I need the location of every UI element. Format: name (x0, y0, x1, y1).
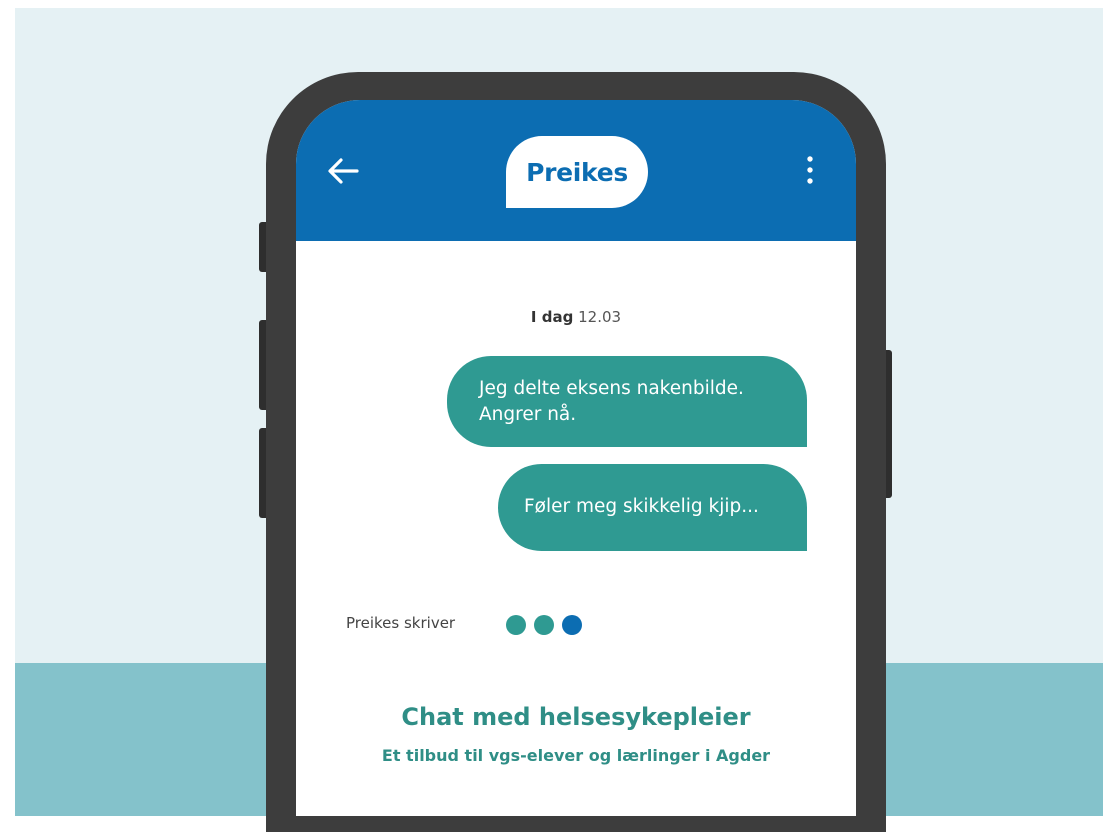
typing-dot (506, 615, 526, 635)
message-text-line: Jeg delte eksens nakenbilde. (479, 378, 744, 399)
chat-date: I dag 12.03 (296, 308, 856, 326)
typing-indicator-label: Preikes skriver (346, 614, 456, 632)
chat-date-label: I dag (530, 308, 574, 326)
promo-subtitle: Et tilbud til vgs-elever og lærlinger i … (381, 746, 771, 765)
message-text-line: Angrer nå. (479, 404, 577, 425)
message-text-line: Føler meg skikkelig kjip... (524, 496, 759, 517)
message-bubble-outgoing: Jeg delte eksens nakenbilde. Angrer nå. (447, 356, 807, 447)
arrow-left-icon[interactable] (326, 156, 360, 186)
phone-screen: Preikes I dag 12.03 Jeg delte eksens nak… (296, 100, 856, 816)
app-logo: Preikes (506, 136, 648, 208)
message-bubble-outgoing: Føler meg skikkelig kjip... (498, 464, 807, 551)
typing-dot (562, 615, 582, 635)
more-vertical-icon[interactable] (796, 154, 824, 188)
typing-dot (534, 615, 554, 635)
app-logo-text: Preikes (526, 157, 628, 187)
promo-title: Chat med helsesykepleier (401, 703, 751, 731)
chat-date-value: 12.03 (578, 308, 622, 326)
app-header: Preikes (296, 100, 856, 241)
